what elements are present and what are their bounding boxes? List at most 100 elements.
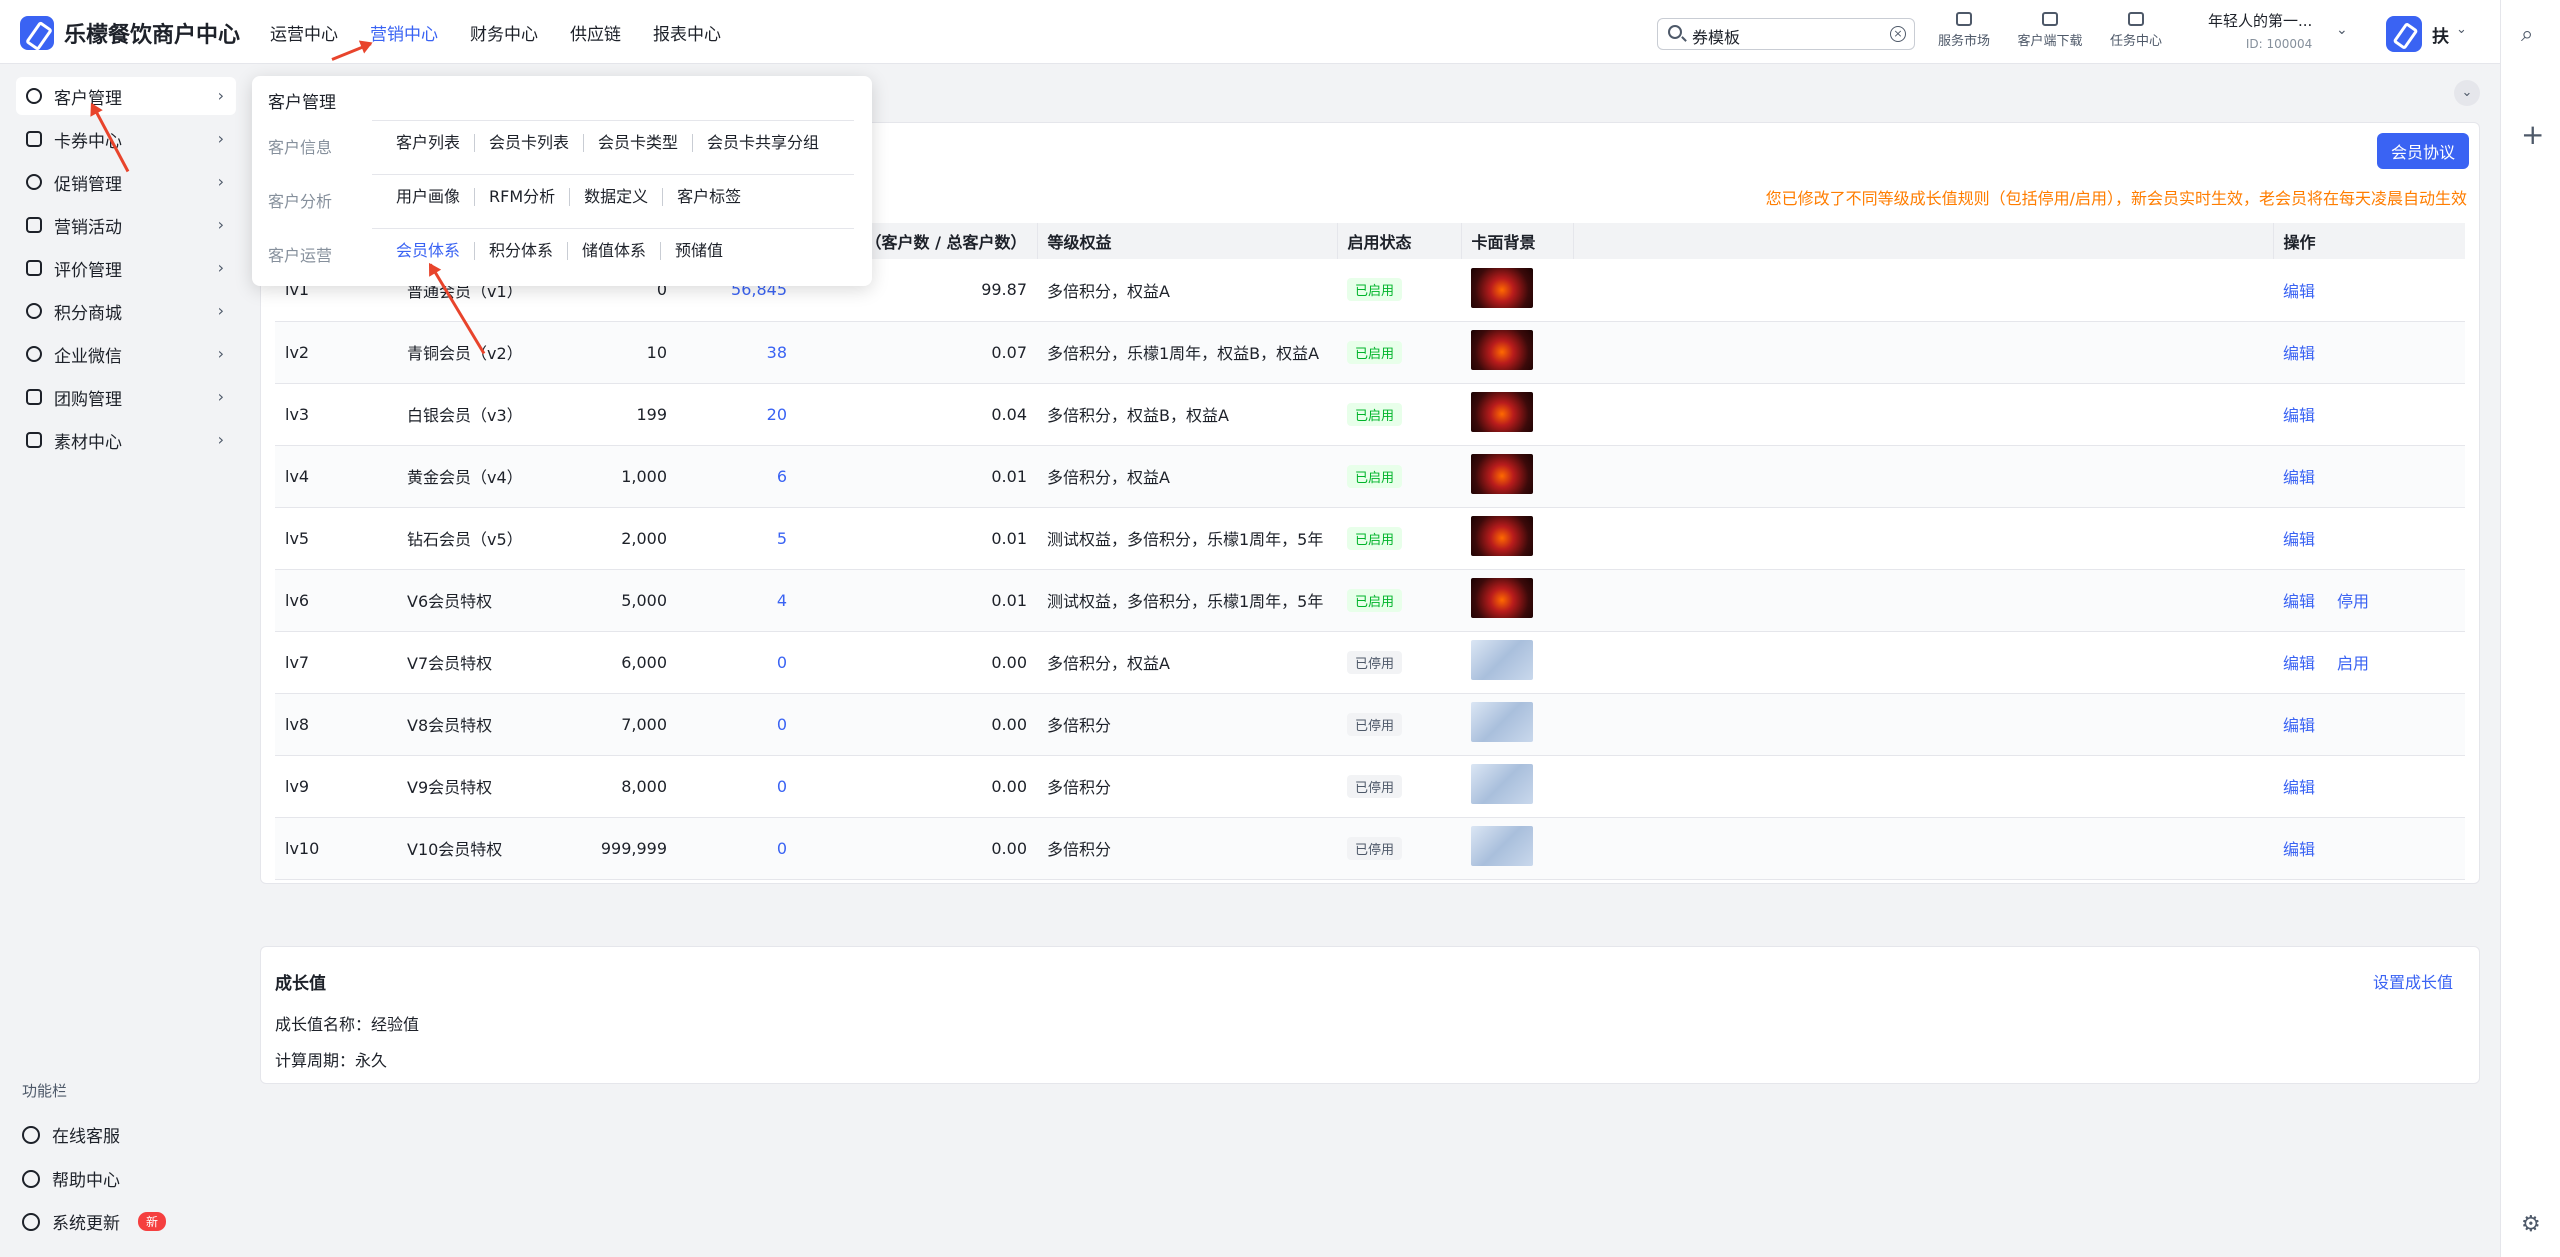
menu-link-card-list[interactable]: 会员卡列表 [474, 134, 583, 152]
rights-cell: 多倍积分，权益B，权益A [1037, 383, 1337, 446]
search-value: 券模板 [1692, 28, 1741, 47]
sidebar-item-wecom[interactable]: 企业微信 › [16, 335, 236, 373]
sidebar-item-group-buy[interactable]: 团购管理 › [16, 378, 236, 416]
search-input[interactable]: 券模板 × [1657, 18, 1915, 50]
sidebar-item-points-mall[interactable]: 积分商城 › [16, 292, 236, 330]
member-count-link[interactable]: 20 [677, 383, 797, 446]
online-service-link[interactable]: 在线客服 [22, 1122, 120, 1147]
card-bg-cell [1461, 569, 1573, 632]
status-cell: 已停用 [1337, 693, 1461, 756]
card-background-thumbnail [1471, 330, 1533, 370]
sidebar-item-customer[interactable]: 客户管理 › [16, 77, 236, 115]
spacer-cell [1573, 259, 2273, 322]
set-growth-link[interactable]: 设置成长值 [2373, 969, 2453, 993]
chevron-right-icon: › [217, 387, 224, 406]
level-cell: lv9 [275, 755, 397, 818]
card-bg-cell [1461, 383, 1573, 446]
search-icon[interactable]: ⌕ [2521, 22, 2533, 47]
avatar[interactable] [2386, 16, 2422, 52]
spacer-cell [1573, 755, 2273, 818]
ratio-cell: 0.01 [797, 569, 1037, 632]
spacer-cell [1573, 817, 2273, 880]
sidebar-item-reviews[interactable]: 评价管理 › [16, 249, 236, 287]
sidebar-item-coupons[interactable]: 卡券中心 › [16, 120, 236, 158]
menu-link-card-types[interactable]: 会员卡类型 [583, 134, 692, 152]
edit-link[interactable]: 编辑 [2283, 778, 2315, 797]
nav-supply-chain[interactable]: 供应链 [570, 20, 621, 45]
menu-link-card-share-groups[interactable]: 会员卡共享分组 [692, 134, 833, 152]
chevron-down-icon[interactable]: ⌄ [2456, 22, 2467, 37]
help-center-link[interactable]: 帮助中心 [22, 1166, 120, 1191]
menu-link-member-system[interactable]: 会员体系 [382, 242, 474, 260]
edit-link[interactable]: 编辑 [2283, 282, 2315, 301]
member-agreement-button[interactable]: 会员协议 [2376, 133, 2469, 169]
system-update-link[interactable]: 系统更新 新 [22, 1209, 167, 1234]
service-market-button[interactable]: 服务市场 [1924, 12, 2004, 49]
edit-link[interactable]: 编辑 [2283, 406, 2315, 425]
ratio-cell: 0.04 [797, 383, 1037, 446]
add-icon[interactable]: + [2521, 118, 2544, 151]
status-cell: 已启用 [1337, 321, 1461, 384]
menu-link-customer-list[interactable]: 客户列表 [382, 134, 474, 152]
member-count-link[interactable]: 0 [677, 693, 797, 756]
card-bg-cell [1461, 321, 1573, 384]
gear-icon[interactable]: ⚙ [2521, 1212, 2541, 1237]
member-count-link[interactable]: 0 [677, 817, 797, 880]
menu-row-customer-ops: 客户运营 会员体系 积分体系 储值体系 预储值 [252, 226, 872, 280]
edit-link[interactable]: 编辑 [2283, 654, 2315, 673]
level-cell: lv5 [275, 507, 397, 570]
ratio-cell: 0.01 [797, 507, 1037, 570]
sidebar-item-materials[interactable]: 素材中心 › [16, 421, 236, 459]
menu-link-rfm[interactable]: RFM分析 [474, 188, 569, 206]
nav-reports[interactable]: 报表中心 [653, 20, 721, 45]
nav-finance[interactable]: 财务中心 [470, 20, 538, 45]
menu-link-stored-value[interactable]: 储值体系 [567, 242, 660, 260]
level-name-cell: V9会员特权 [397, 755, 557, 818]
member-count-link[interactable]: 5 [677, 507, 797, 570]
member-count-link[interactable]: 4 [677, 569, 797, 632]
level-name-cell: V6会员特权 [397, 569, 557, 632]
level-name-cell: V10会员特权 [397, 817, 557, 880]
enable-link[interactable]: 启用 [2337, 654, 2369, 673]
menu-link-data-definition[interactable]: 数据定义 [569, 188, 662, 206]
actions-cell: 编辑 [2273, 383, 2465, 446]
nav-operations[interactable]: 运营中心 [270, 20, 338, 45]
actions-cell: 编辑 [2273, 507, 2465, 570]
menu-category: 客户分析 [268, 192, 333, 211]
edit-link[interactable]: 编辑 [2283, 530, 2315, 549]
member-count-link[interactable]: 0 [677, 631, 797, 694]
avatar-name[interactable]: 扶 [2432, 22, 2449, 47]
logo[interactable]: 乐檬餐饮商户中心 [20, 16, 240, 50]
edit-link[interactable]: 编辑 [2283, 592, 2315, 611]
menu-link-points-system[interactable]: 积分体系 [474, 242, 567, 260]
status-badge: 已启用 [1347, 526, 1403, 550]
member-count-link[interactable]: 0 [677, 755, 797, 818]
sidebar-item-campaigns[interactable]: 营销活动 › [16, 206, 236, 244]
card-bg-cell [1461, 445, 1573, 508]
growth-threshold-cell: 10 [557, 321, 677, 384]
disable-link[interactable]: 停用 [2337, 592, 2369, 611]
edit-link[interactable]: 编辑 [2283, 344, 2315, 363]
member-count-link[interactable]: 38 [677, 321, 797, 384]
promo-icon [26, 174, 42, 190]
growth-name: 成长值名称：经验值 [275, 1015, 420, 1034]
rights-cell: 多倍积分 [1037, 693, 1337, 756]
edit-link[interactable]: 编辑 [2283, 468, 2315, 487]
client-download-button[interactable]: 客户端下载 [2010, 12, 2090, 49]
menu-link-pre-stored-value[interactable]: 预储值 [660, 242, 737, 260]
member-count-link[interactable]: 6 [677, 445, 797, 508]
collapse-button[interactable]: ⌄ [2454, 80, 2480, 106]
nav-marketing[interactable]: 营销中心 [370, 20, 438, 45]
clear-icon[interactable]: × [1890, 26, 1906, 42]
func-section-title: 功能栏 [22, 1082, 68, 1100]
edit-link[interactable]: 编辑 [2283, 716, 2315, 735]
store-selector[interactable]: 年轻人的第一... ID: 100004 ⌄ [2208, 10, 2348, 51]
card-background-thumbnail [1471, 640, 1533, 680]
menu-link-customer-tags[interactable]: 客户标签 [662, 188, 755, 206]
level-name-cell: V8会员特权 [397, 693, 557, 756]
actions-cell: 编辑 [2273, 817, 2465, 880]
edit-link[interactable]: 编辑 [2283, 840, 2315, 859]
menu-link-user-portrait[interactable]: 用户画像 [382, 188, 474, 206]
col-status: 启用状态 [1337, 223, 1462, 259]
task-center-button[interactable]: 任务中心 [2096, 12, 2176, 49]
